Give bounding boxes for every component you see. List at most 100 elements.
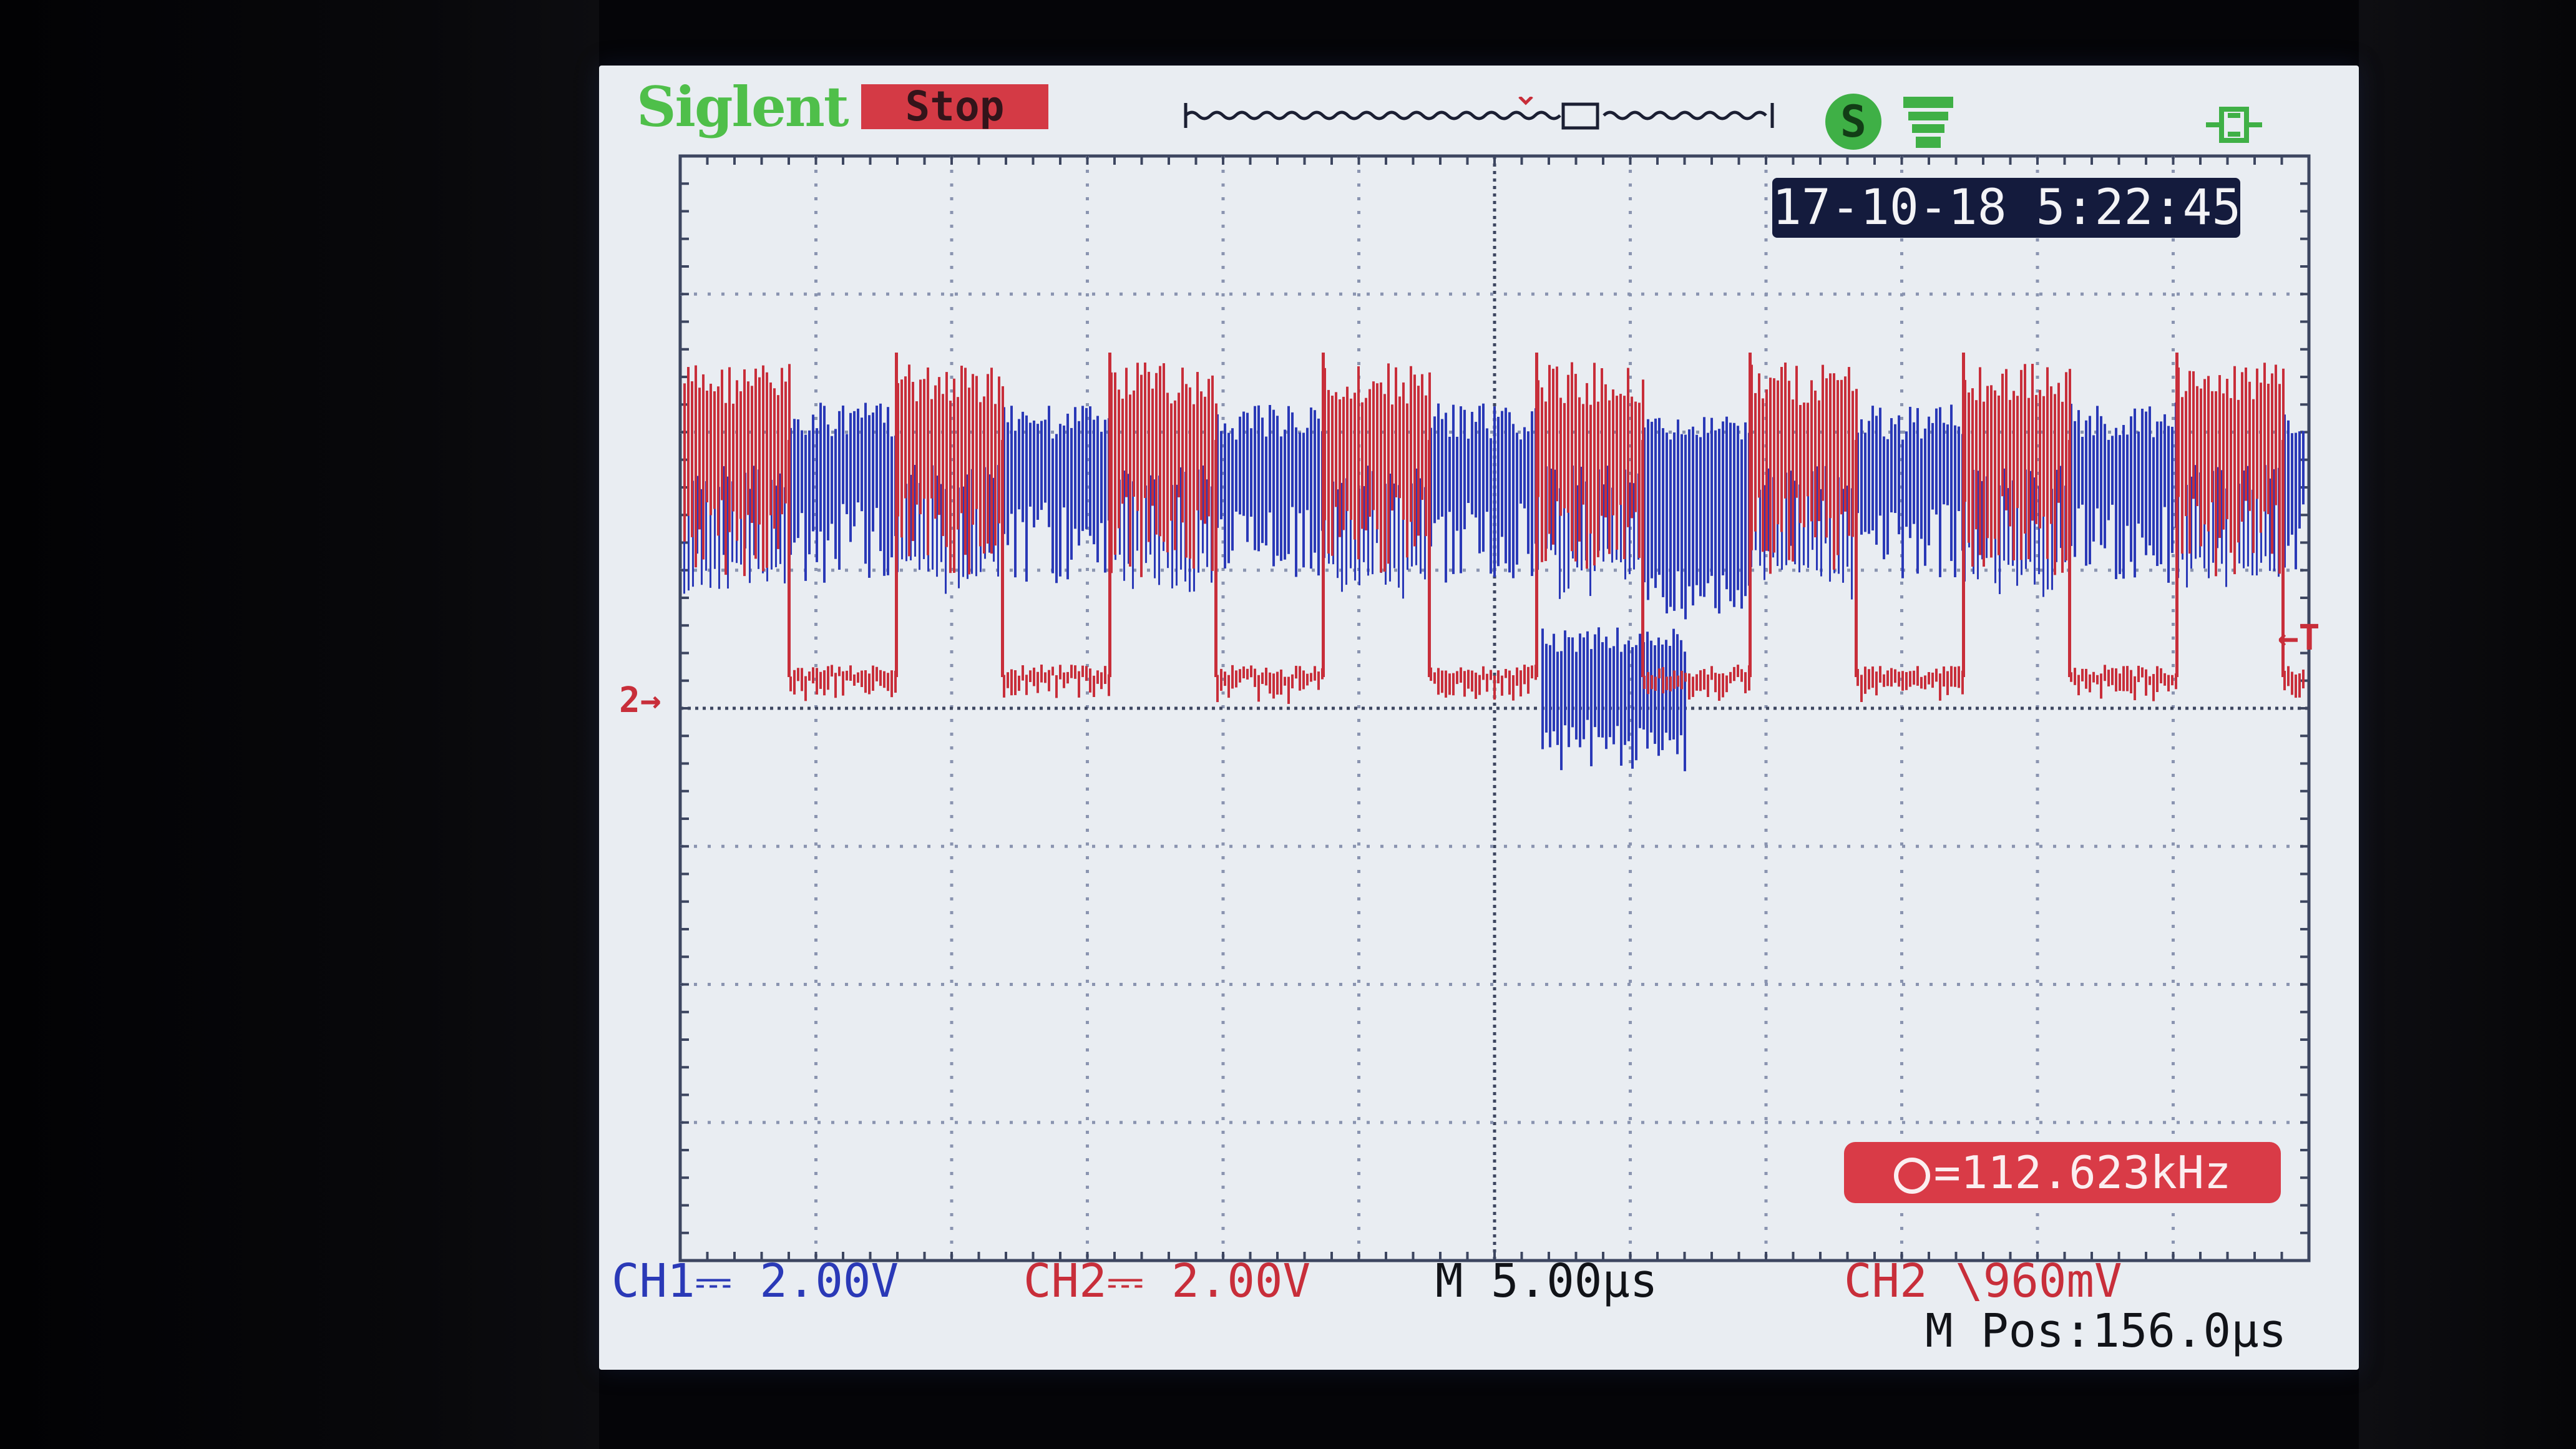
grid-dot	[1493, 1115, 1496, 1118]
grid-dot	[1493, 815, 1496, 818]
grid-dot	[2172, 719, 2175, 722]
ch1-sample	[2081, 437, 2084, 505]
ch2-sample	[2005, 369, 2008, 510]
ch2-scale-readout[interactable]: CH2⎓ 2.00V	[1023, 1254, 1310, 1309]
grid-dot	[1357, 705, 1360, 708]
ch2-sample	[1235, 670, 1237, 688]
ch2-label: CH2	[1023, 1254, 1107, 1308]
grid-dot	[2036, 1048, 2039, 1051]
grid-dot	[1221, 1199, 1225, 1203]
grid-dot	[755, 706, 758, 710]
grid-dot	[950, 706, 953, 710]
ch1-sample	[1590, 649, 1593, 766]
grid-dot	[1721, 706, 1724, 710]
grid-dot	[875, 706, 878, 710]
grid-dot	[1511, 706, 1515, 710]
ch2-sample	[1029, 670, 1032, 682]
ch2-sample	[968, 388, 970, 575]
grid-dot	[1493, 935, 1496, 938]
ch1-sample	[1946, 424, 1949, 505]
timebase-position-readout[interactable]: M Pos:156.0μs	[1925, 1304, 2286, 1358]
grid-dot	[1037, 292, 1040, 296]
ch2-sample	[2027, 398, 2030, 560]
grid-dot	[1357, 623, 1360, 626]
grid-dot	[2232, 983, 2235, 986]
grid-dot	[2036, 897, 2039, 900]
grid-dot	[1152, 706, 1155, 710]
grid-dot	[1586, 1121, 1589, 1125]
grid-dot	[1086, 719, 1089, 722]
grid-dot	[1682, 983, 1686, 986]
grid-dot	[950, 266, 954, 269]
ch2-edge	[1428, 440, 1431, 677]
grid-dot	[1221, 280, 1225, 283]
grid-dot	[1493, 770, 1496, 773]
ch2-sample	[998, 376, 1000, 524]
grid-dot	[2273, 983, 2276, 986]
ch1-sample	[1265, 436, 1267, 546]
grid-dot	[1847, 844, 1850, 848]
grid-dot	[1357, 993, 1360, 997]
ch1-sample	[1463, 409, 1466, 530]
ch2-sample	[1081, 665, 1084, 677]
ch2-sample	[1342, 396, 1345, 530]
trigger-readout[interactable]: CH2 \960mV	[1844, 1254, 2122, 1308]
ch1-sample	[804, 434, 807, 581]
grid-dot	[1476, 983, 1480, 986]
ch1-sample	[1478, 406, 1481, 554]
ch1-sample	[2122, 424, 2125, 579]
frame-tick	[2300, 1204, 2309, 1207]
grid-dot	[1367, 1121, 1370, 1125]
grid-dot	[1490, 292, 1493, 296]
grid-dot	[1943, 292, 1946, 296]
ch1-scale-readout[interactable]: CH1⎓ 2.00V	[612, 1254, 899, 1309]
ch2-sample	[1556, 366, 1558, 502]
ch2-sample	[2081, 668, 2084, 681]
ch1-sample	[831, 436, 833, 524]
grid-dot	[1357, 1090, 1360, 1093]
ch2-sample	[831, 665, 833, 677]
grid-dot	[859, 844, 862, 848]
grid-dot	[1559, 844, 1562, 848]
grid-dot	[814, 307, 817, 310]
grid-dot	[1764, 980, 1768, 983]
grid-dot	[1900, 733, 1903, 736]
grid-dot	[1682, 1121, 1686, 1125]
grid-dot	[1394, 983, 1397, 986]
grid-dot	[814, 1186, 817, 1189]
grid-dot	[1221, 623, 1225, 626]
grid-dot	[1086, 1117, 1089, 1120]
grid-dot	[845, 431, 848, 434]
grid-dot	[1476, 844, 1480, 848]
ch2-sample	[1051, 666, 1054, 676]
timebase-scale-readout[interactable]: M 5.00μs	[1435, 1254, 1657, 1308]
grid-dot	[2036, 293, 2039, 296]
ch2-sample	[2145, 669, 2147, 696]
ch2-sample	[2291, 671, 2293, 695]
run-state-badge[interactable]: Stop	[861, 84, 1048, 129]
grid-dot	[941, 1121, 944, 1125]
grid-dot	[1908, 706, 1911, 710]
ch2-sample	[1574, 374, 1577, 562]
ch1-sample	[1871, 406, 1874, 531]
frame-tick	[1466, 156, 1469, 165]
grid-dot	[950, 637, 954, 640]
grid-dot	[1466, 706, 1470, 710]
frame-tick	[1357, 1252, 1360, 1261]
grid-dot	[1526, 706, 1530, 710]
grid-dot	[721, 983, 724, 986]
ch2-sample	[2031, 364, 2034, 521]
frame-tick	[680, 1010, 689, 1013]
grid-dot	[1493, 396, 1496, 399]
grid-dot	[1629, 1199, 1632, 1203]
ch2-sample	[1541, 387, 1543, 562]
grid-dot	[1489, 706, 1492, 710]
grid-dot	[1493, 1055, 1496, 1058]
grid-dot	[1357, 856, 1360, 859]
grid-dot	[1531, 844, 1534, 848]
grid-dot	[1691, 706, 1694, 710]
grid-dot	[2094, 568, 2097, 572]
frame-tick	[1194, 156, 1198, 165]
ch2-edge	[2068, 440, 2071, 677]
grid-dot	[1629, 211, 1632, 214]
